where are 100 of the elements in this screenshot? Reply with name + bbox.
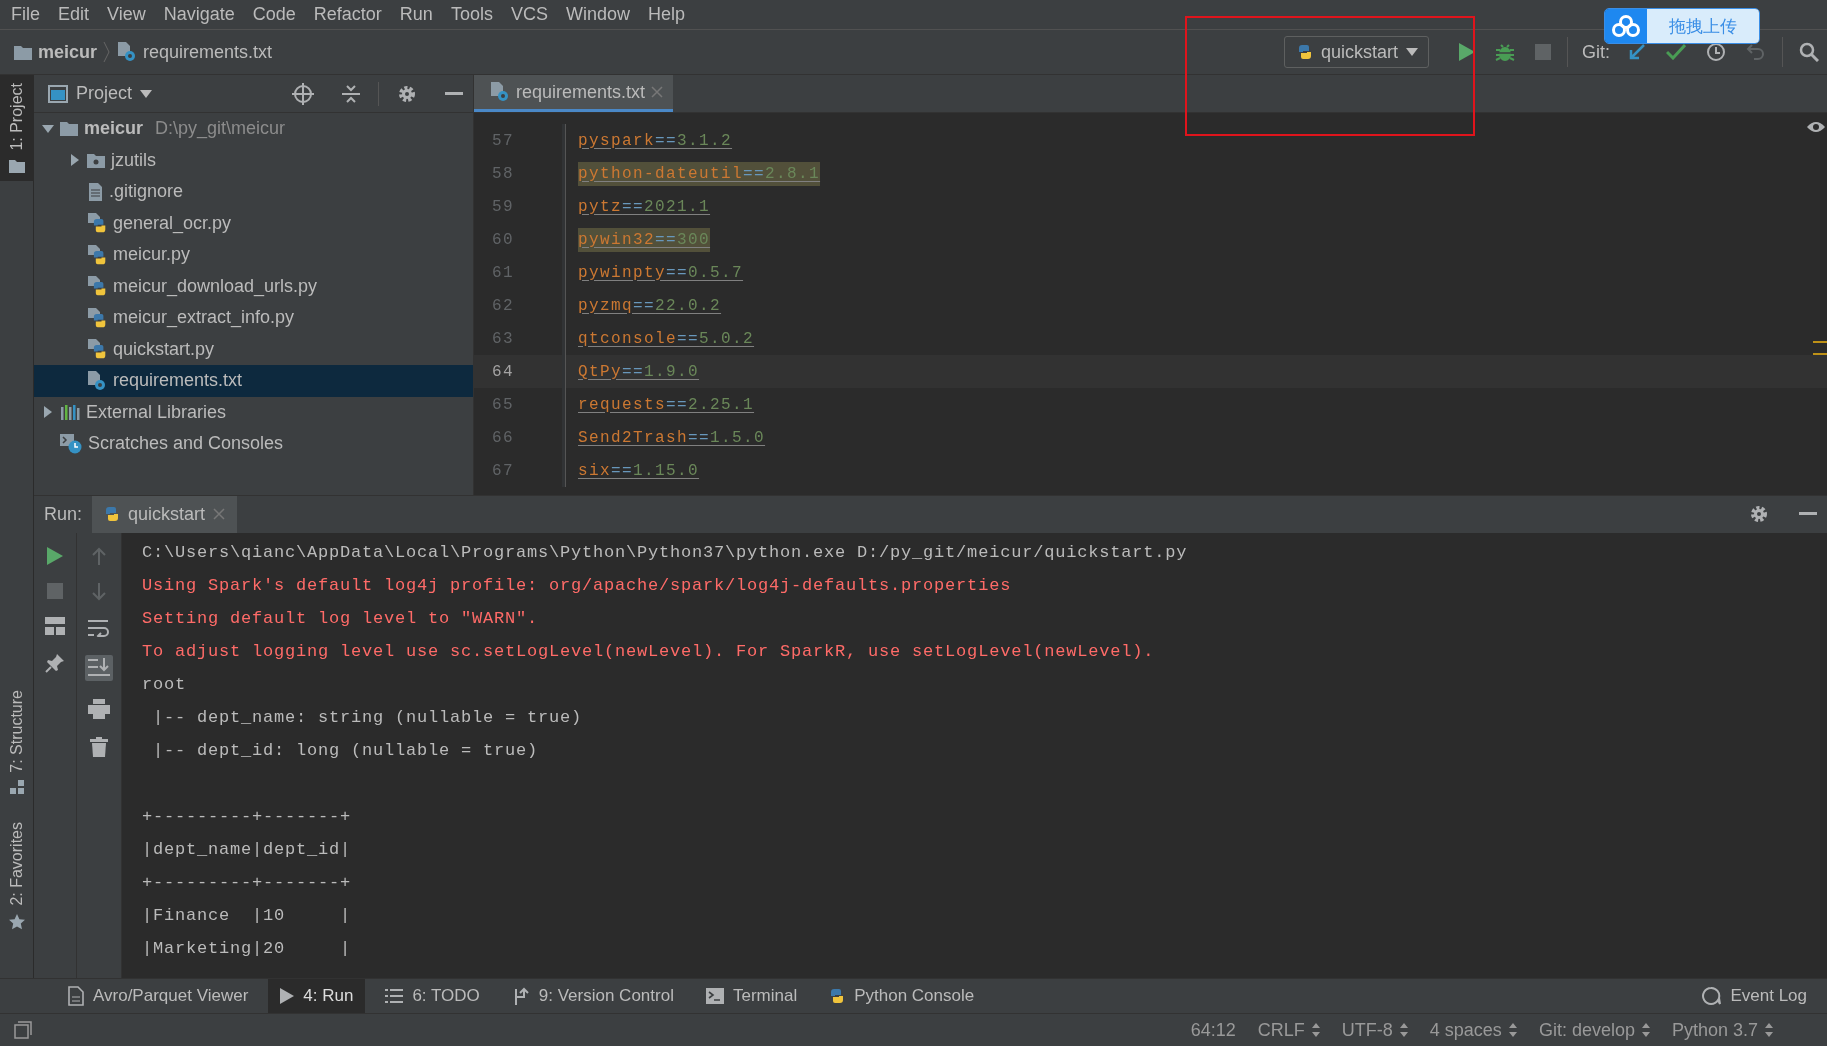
tool-window-tab[interactable]: Python Console <box>817 978 987 1014</box>
folder-icon <box>60 121 78 137</box>
text-file-icon <box>87 182 103 201</box>
tool-window-tab[interactable]: 9: Version Control <box>499 978 686 1014</box>
tree-item[interactable]: general_ocr.py <box>34 207 473 239</box>
breadcrumb-item[interactable]: requirements.txt <box>143 41 273 63</box>
console-line: |-- dept_id: long (nullable = true) <box>152 739 540 762</box>
line-number: 59 <box>491 197 515 216</box>
menu-item[interactable]: Edit <box>49 4 99 25</box>
caret-icon[interactable] <box>140 89 153 98</box>
menu-item[interactable]: File <box>2 4 49 25</box>
up-down-arrows-icon <box>1399 1023 1408 1037</box>
print-icon[interactable] <box>88 698 110 719</box>
code-text: pyzmq==22.0.2 <box>578 295 722 317</box>
settings-icon[interactable] <box>397 83 417 104</box>
line-number: 63 <box>491 329 515 348</box>
text-file-icon <box>117 42 138 62</box>
tree-item[interactable]: Scratches and Consoles <box>34 428 473 460</box>
panel-title[interactable]: Project <box>76 83 133 104</box>
editor-tab[interactable]: requirements.txt <box>474 75 674 112</box>
tree-item[interactable]: jzutils <box>34 144 473 176</box>
tool-window-tab[interactable]: 4: Run <box>268 978 366 1014</box>
play-icon <box>280 988 295 1004</box>
console-line: |Marketing|20 | <box>142 937 353 960</box>
python-file-icon <box>87 213 107 234</box>
console-line: |Finance |10 | <box>142 904 353 927</box>
status-item[interactable]: UTF-8 <box>1341 1019 1408 1041</box>
search-icon[interactable] <box>1799 42 1819 62</box>
panel-icon <box>48 84 68 103</box>
tool-window-tab[interactable]: Avro/Parquet Viewer <box>56 978 261 1014</box>
console-line: Using Spark's default log4j profile: org/apache/spark/log4j-defaults.properties <box>142 574 1013 597</box>
menu-item[interactable]: Refactor <box>304 4 391 25</box>
minimize-icon[interactable] <box>1799 512 1817 517</box>
console-line: root <box>142 673 187 696</box>
tree-item[interactable]: requirements.txt <box>34 365 473 397</box>
tree-item[interactable]: meicur.py <box>34 239 473 271</box>
star-icon <box>8 914 25 930</box>
menu-item[interactable]: Tools <box>441 4 502 25</box>
minimize-icon[interactable] <box>445 91 463 96</box>
revert-icon[interactable] <box>1746 43 1766 61</box>
status-item[interactable]: Python 3.7 <box>1671 1019 1773 1041</box>
tree-item[interactable]: meicur_download_urls.py <box>34 270 473 302</box>
locate-icon[interactable] <box>292 82 314 105</box>
menu-item[interactable]: Navigate <box>154 4 244 25</box>
python-icon <box>104 506 121 523</box>
menu-item[interactable]: VCS <box>501 4 557 25</box>
check-icon[interactable] <box>1666 44 1686 60</box>
trash-icon[interactable] <box>90 736 108 757</box>
menu-item[interactable]: Window <box>556 4 639 25</box>
soft-wrap-icon[interactable] <box>88 618 110 637</box>
collapse-all-icon[interactable] <box>342 83 360 104</box>
breadcrumb-item[interactable]: meicur <box>38 41 98 63</box>
status-item[interactable]: CRLF <box>1257 1019 1320 1041</box>
side-tab[interactable]: 2: Favorites <box>0 814 33 938</box>
tree-item[interactable]: meicur D:\py_git\meicur <box>34 113 473 145</box>
run-icon[interactable] <box>1459 43 1475 61</box>
scroll-marker <box>1813 341 1827 355</box>
text-file-icon <box>490 82 510 102</box>
menu-item[interactable]: Help <box>638 4 694 25</box>
pin-icon[interactable] <box>45 652 65 673</box>
event-log-button[interactable]: Event Log <box>1689 978 1819 1014</box>
scratches-icon <box>60 433 82 454</box>
run-icon[interactable] <box>47 546 63 565</box>
settings-icon[interactable] <box>1749 504 1769 525</box>
cloud-icon <box>1612 15 1640 37</box>
menu-item[interactable]: View <box>98 4 155 25</box>
tool-window-tab[interactable]: Terminal <box>693 978 810 1014</box>
side-tab[interactable]: 1: Project <box>0 75 33 181</box>
expand-arrow-icon[interactable] <box>69 154 81 167</box>
up-down-arrows-icon <box>1311 1023 1320 1037</box>
debug-icon[interactable] <box>1495 42 1515 62</box>
line-number: 67 <box>491 461 515 480</box>
status-item[interactable]: 4 spaces <box>1429 1019 1517 1041</box>
tree-item[interactable]: meicur_extract_info.py <box>34 302 473 334</box>
console-line: |-- dept_name: string (nullable = true) <box>152 706 584 729</box>
history-clock-icon[interactable] <box>1706 42 1726 62</box>
expand-arrow-icon[interactable] <box>42 406 54 419</box>
tree-item[interactable]: .gitignore <box>34 176 473 208</box>
line-number: 61 <box>491 263 515 282</box>
run-configuration-dropdown[interactable]: quickstart <box>1283 36 1429 68</box>
menu-item[interactable]: Code <box>243 4 305 25</box>
tree-item[interactable]: External Libraries <box>34 396 473 428</box>
status-item[interactable]: 64:12 <box>1190 1019 1236 1041</box>
status-item[interactable]: Git: develop <box>1538 1019 1650 1041</box>
upload-widget[interactable]: 拖拽上传 <box>1604 8 1760 44</box>
line-number: 66 <box>491 428 515 447</box>
tool-window-tab[interactable]: 6: TODO <box>373 978 492 1014</box>
chevron-icon <box>103 41 112 63</box>
folder-icon <box>8 158 25 173</box>
layout-icon[interactable] <box>45 616 65 635</box>
scroll-to-end-icon[interactable] <box>88 657 110 678</box>
expand-arrow-icon[interactable] <box>42 122 54 135</box>
update-arrow-icon[interactable] <box>1628 43 1646 61</box>
menu-item[interactable]: Run <box>390 4 442 25</box>
python-icon <box>829 988 846 1004</box>
tree-item[interactable]: quickstart.py <box>34 333 473 365</box>
panel-toggle-icon[interactable] <box>14 1021 32 1039</box>
git-label: Git: <box>1582 41 1610 63</box>
side-tab[interactable]: 7: Structure <box>0 681 33 803</box>
run-tab[interactable]: quickstart <box>92 495 238 533</box>
